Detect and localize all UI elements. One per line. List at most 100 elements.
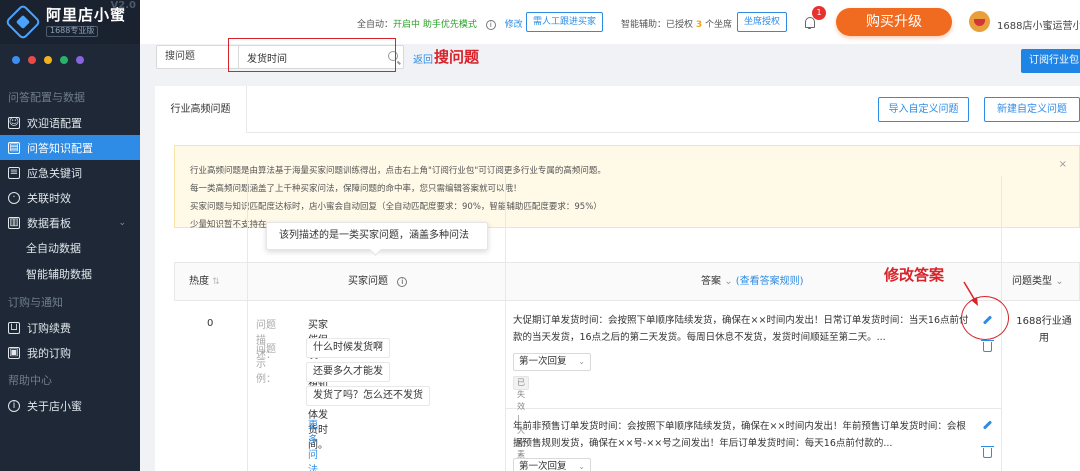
username[interactable]: 1688店小蜜运营小	[997, 17, 1080, 32]
cart-icon: ⊔	[8, 321, 20, 334]
tab-industry-questions[interactable]: 行业高频问题	[155, 86, 247, 133]
avatar[interactable]	[969, 11, 990, 32]
notice-banner: 行业高频问题是由算法基于海量买家问题训练得出，点击右上角"订阅行业包"可订阅更多…	[174, 145, 1080, 230]
chevron-down-icon: ⌄	[118, 217, 126, 228]
info-icon[interactable]: i	[397, 277, 408, 287]
sidebar-item-label: 数据看板	[27, 216, 71, 230]
search-row: 搜问题 返回 搜问题 订阅行业包	[140, 38, 1080, 73]
reply-order-select[interactable]: 第一次回复 ⌄	[513, 458, 591, 471]
delete-icon[interactable]	[981, 446, 994, 458]
delete-icon[interactable]	[981, 340, 994, 352]
auto-mode-status: 全自动：开启中 助手优先模式 i 修改	[357, 17, 523, 30]
app-edition: 1688专业版	[46, 25, 99, 37]
annotation-highlight-box	[228, 38, 396, 72]
sidebar-subitem-assist-data[interactable]: 智能辅助数据	[0, 261, 140, 287]
info-icon: i	[8, 399, 20, 412]
annotation-highlight-circle	[961, 296, 1009, 340]
annotation-edit-answer: 修改答案	[884, 266, 945, 284]
assist-suffix: 个坐席	[705, 20, 733, 30]
chevron-down-icon: ⌄	[578, 462, 585, 471]
notification-badge: 1	[812, 6, 826, 20]
sidebar: 阿里店小蜜 1688专业版 V2.0 问答配置与数据 ☺ 欢迎语配置 ▤ 问答知…	[0, 0, 140, 471]
assist-status: 智能辅助：已授权 3 个坐席	[621, 17, 732, 30]
notice-line: 行业高频问题是由算法基于海量买家问题训练得出，点击右上角"订阅行业包"可订阅更多…	[190, 166, 606, 176]
sidebar-item-label: 我的订购	[27, 346, 71, 360]
sidebar-item-about[interactable]: i 关于店小蜜	[0, 393, 140, 418]
info-icon[interactable]: i	[485, 20, 496, 30]
annotation-search-label: 搜问题	[434, 48, 480, 66]
theme-dot[interactable]	[76, 56, 84, 64]
section-title-qa: 问答配置与数据	[8, 91, 85, 104]
assist-count: 3	[695, 20, 703, 30]
heat-value: 0	[207, 318, 214, 329]
answer-rule-link[interactable]: (查看答案规则)	[736, 276, 804, 287]
sidebar-subitem-auto-data[interactable]: 全自动数据	[0, 235, 140, 261]
sidebar-item-label: 问答知识配置	[27, 141, 93, 155]
question-example: 什么时候发货啊	[306, 338, 390, 358]
clock-icon: ·	[8, 191, 20, 204]
question-type: 1688行业通用	[1016, 316, 1072, 344]
example-label: 问题示例：	[256, 344, 276, 385]
notice-line: 每一类高频问题涵盖了上千种买家问法，保障问题的命中率，您只需编辑答案就可以哦！	[190, 184, 522, 194]
reply-order-value: 第一次回复	[519, 356, 567, 367]
manual-followup-button[interactable]: 需人工跟进买家	[526, 12, 604, 32]
sidebar-item-label: 关于店小蜜	[27, 399, 82, 413]
auto-mode-name: 助手优先模式	[422, 20, 477, 30]
order-icon: ▣	[8, 346, 20, 359]
edit-icon[interactable]	[982, 421, 992, 431]
chat-icon: ☺	[8, 116, 20, 129]
theme-dot[interactable]	[28, 56, 36, 64]
seat-auth-button[interactable]: 坐席授权	[737, 12, 788, 32]
sidebar-item-dashboard[interactable]: ▥ 数据看板 ⌄	[0, 210, 140, 235]
sidebar-item-label: 订购续费	[27, 321, 71, 335]
sidebar-item-timeliness[interactable]: · 关联时效	[0, 185, 140, 210]
column-divider	[505, 176, 506, 471]
col-header-type[interactable]: 问题类型 ⌄	[1012, 263, 1064, 300]
new-custom-button[interactable]: 新建自定义问题	[984, 97, 1080, 122]
theme-dot[interactable]	[60, 56, 68, 64]
tab-divider	[247, 132, 1080, 133]
row-divider	[506, 408, 1001, 409]
sidebar-item-welcome[interactable]: ☺ 欢迎语配置	[0, 110, 140, 135]
question-example: 发货了吗？怎么还不发货	[306, 386, 430, 406]
auto-mode-state: 开启中	[393, 20, 421, 30]
subscribe-industry-button[interactable]: 订阅行业包	[1021, 49, 1080, 73]
buy-upgrade-button[interactable]: 购买升级	[836, 8, 952, 36]
notice-line: 买家问题与知识匹配度达标时，店小蜜会自动回复（全自动匹配度要求：90%，智能辅助…	[190, 202, 602, 212]
reply-order-select[interactable]: 第一次回复 ⌄	[513, 353, 591, 371]
back-link[interactable]: 返回	[413, 51, 433, 66]
question-example: 还要多久才能发	[306, 362, 390, 382]
more-phrasings-link[interactable]: 更多问法	[308, 416, 318, 471]
app-logo[interactable]: 阿里店小蜜 1688专业版 V2.0	[0, 0, 140, 44]
tooltip: 该列描述的是一类买家问题，涵盖多种问法	[266, 222, 488, 250]
sidebar-item-emergency-keyword[interactable]: ≡ 应急关键词	[0, 160, 140, 185]
column-divider	[247, 176, 248, 471]
col-header-answer: 答案 ⌄ (查看答案规则)	[701, 276, 804, 287]
section-title-help: 帮助中心	[8, 374, 52, 387]
sidebar-item-label: 应急关键词	[27, 166, 82, 180]
app-version: V2.0	[110, 0, 136, 11]
sidebar-item-label: 欢迎语配置	[27, 116, 82, 130]
sidebar-item-renew[interactable]: ⊔ 订购续费	[0, 315, 140, 340]
auto-mode-label: 全自动：	[357, 20, 394, 30]
dashboard-icon: ▥	[8, 216, 20, 229]
theme-dot[interactable]	[12, 56, 20, 64]
modify-mode-link[interactable]: 修改	[505, 20, 523, 30]
answer-tag: 已失效 | 大促素水	[513, 376, 529, 471]
chevron-down-icon: ⌄	[578, 357, 585, 366]
sidebar-item-my-order[interactable]: ▣ 我的订购	[0, 340, 140, 365]
import-custom-button[interactable]: 导入自定义问题	[878, 97, 969, 122]
close-icon[interactable]: ×	[1059, 156, 1067, 174]
theme-dots	[0, 44, 140, 82]
answer-text: 大促期订单发货时间：会按照下单顺序陆续发货，确保在××时间内发出！日常订单发货时…	[513, 315, 969, 343]
sidebar-item-label: 关联时效	[27, 191, 71, 205]
sidebar-item-qa-knowledge[interactable]: ▤ 问答知识配置	[0, 135, 140, 160]
reply-order-value: 第一次回复	[519, 461, 567, 471]
answer-text: 年前非预售订单发货时间：会按照下单顺序陆续发货，确保在××时间内发出！年前预售订…	[513, 421, 966, 449]
theme-dot[interactable]	[44, 56, 52, 64]
keyword-icon: ≡	[8, 166, 20, 179]
section-title-order: 订购与通知	[8, 296, 63, 309]
col-header-heat[interactable]: 热度 ⇅	[189, 263, 220, 300]
logo-icon	[4, 3, 42, 41]
assist-label: 智能辅助：已授权	[621, 20, 694, 30]
